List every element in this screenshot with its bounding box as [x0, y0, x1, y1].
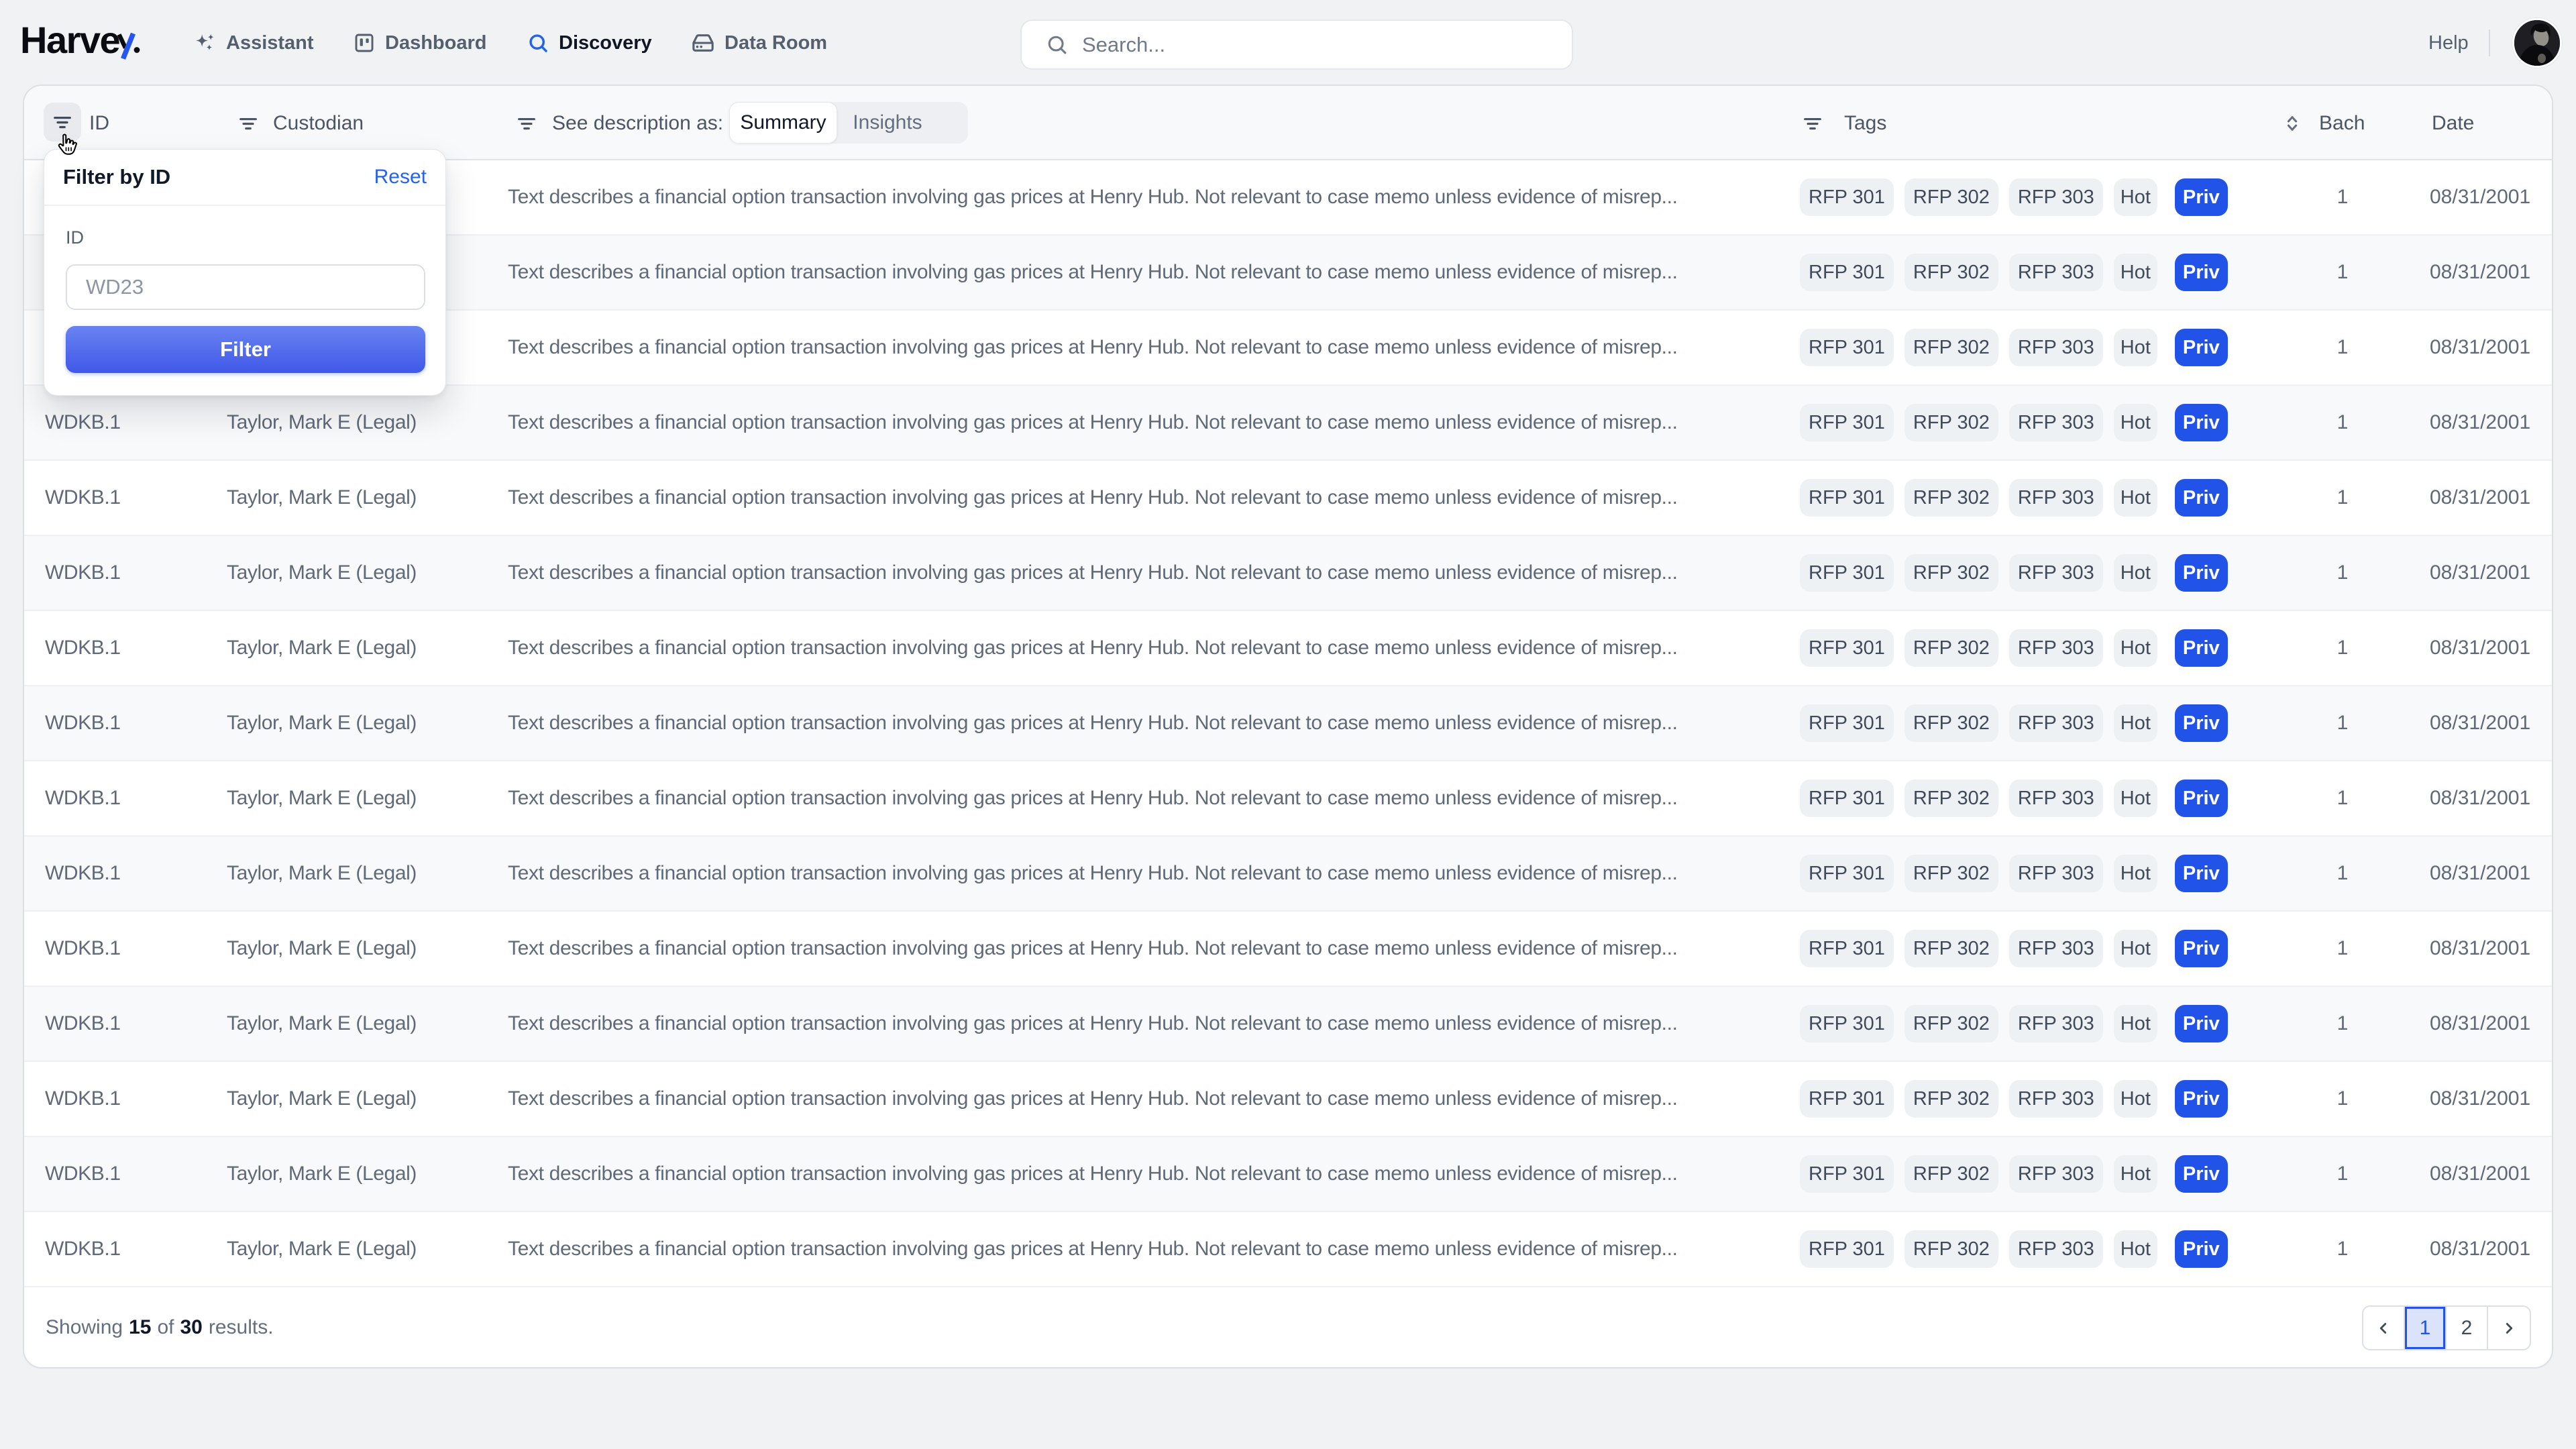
- svg-text:Harve: Harve: [20, 19, 120, 61]
